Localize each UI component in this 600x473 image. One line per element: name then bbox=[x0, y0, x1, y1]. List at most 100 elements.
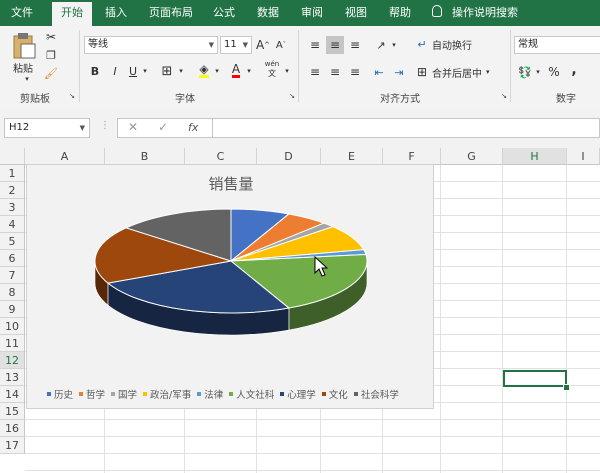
row-header[interactable]: 10 bbox=[0, 318, 25, 335]
format-painter-icon[interactable]: 🖌 bbox=[44, 66, 58, 80]
row-header[interactable]: 9 bbox=[0, 301, 25, 318]
increase-indent-icon[interactable]: ⇥ bbox=[390, 64, 408, 80]
dialog-launcher-icon[interactable]: ↘ bbox=[500, 92, 508, 100]
column-header-g[interactable]: G bbox=[441, 148, 503, 165]
row-header[interactable]: 5 bbox=[0, 233, 25, 250]
comma-style-button[interactable]: , bbox=[566, 62, 582, 78]
font-color-button[interactable]: A bbox=[228, 62, 244, 78]
tab-insert[interactable]: 插入 bbox=[96, 0, 136, 26]
number-format-select[interactable]: 常规 bbox=[514, 36, 600, 54]
column-header-e[interactable]: E bbox=[321, 148, 383, 165]
paste-button-label[interactable]: 粘贴 bbox=[8, 60, 38, 75]
font-size-select[interactable]: 11 ▼ bbox=[220, 36, 252, 54]
underline-dropdown-icon[interactable]: ▾ bbox=[140, 64, 150, 78]
legend-item[interactable]: 历史 bbox=[47, 387, 73, 401]
tab-view[interactable]: 视图 bbox=[336, 0, 376, 26]
row-header[interactable]: 1 bbox=[0, 165, 25, 182]
insert-function-button[interactable]: fx bbox=[188, 121, 198, 134]
legend-item[interactable]: 心理学 bbox=[280, 387, 316, 401]
cut-icon[interactable]: ✂ bbox=[44, 30, 58, 44]
align-center-icon[interactable]: ≡ bbox=[326, 64, 344, 80]
fill-color-icon[interactable]: ◈ bbox=[196, 62, 212, 78]
tab-formulas[interactable]: 公式 bbox=[204, 0, 244, 26]
row-header[interactable]: 11 bbox=[0, 335, 25, 352]
dialog-launcher-icon[interactable]: ↘ bbox=[68, 92, 76, 100]
worksheet-grid[interactable]: A B C D E F G H I 1 2 3 4 5 6 7 8 9 10 1… bbox=[0, 148, 600, 473]
column-header-b[interactable]: B bbox=[105, 148, 185, 165]
bold-button[interactable]: B bbox=[88, 64, 102, 78]
column-header-h[interactable]: H bbox=[503, 148, 567, 165]
merge-center-button[interactable]: 合并后居中 ▾ bbox=[432, 64, 502, 80]
enter-icon[interactable]: ✓ bbox=[158, 120, 168, 134]
paste-dropdown-icon[interactable]: ▾ bbox=[22, 74, 32, 84]
pie-plot-area[interactable] bbox=[27, 165, 435, 410]
tell-me-search[interactable]: 操作说明搜索 bbox=[452, 0, 522, 26]
tab-page-layout[interactable]: 页面布局 bbox=[142, 0, 200, 26]
cancel-icon[interactable]: ✕ bbox=[128, 120, 138, 134]
font-name-select[interactable]: 等线 ▼ bbox=[84, 36, 218, 54]
row-header[interactable]: 13 bbox=[0, 369, 25, 386]
row-header[interactable]: 7 bbox=[0, 267, 25, 284]
decrease-indent-icon[interactable]: ⇤ bbox=[370, 64, 388, 80]
legend-item[interactable]: 人文社科 bbox=[229, 387, 274, 401]
legend-item[interactable]: 文化 bbox=[321, 387, 348, 401]
tab-file[interactable]: 文件 bbox=[2, 0, 42, 26]
italic-button[interactable]: I bbox=[108, 64, 122, 78]
align-right-icon[interactable]: ≡ bbox=[346, 64, 364, 80]
row-header[interactable]: 8 bbox=[0, 284, 25, 301]
fill-dropdown-icon[interactable]: ▾ bbox=[212, 64, 222, 78]
phonetic-button[interactable]: wén 文 bbox=[262, 60, 282, 78]
tab-home[interactable]: 开始 bbox=[52, 2, 92, 26]
top-align-icon[interactable]: ≡ bbox=[306, 36, 324, 54]
legend-item[interactable]: 社会科学 bbox=[353, 387, 399, 401]
wrap-text-icon[interactable]: ↵ bbox=[414, 36, 430, 52]
shrink-font-button[interactable]: Aˇ bbox=[274, 38, 288, 52]
pie-chart[interactable]: 销售量 历史 哲学 国学 政治/军事 法律 人文社科 心理学 文化 社会科学 bbox=[26, 164, 434, 409]
wrap-text-button[interactable]: 自动换行 bbox=[432, 36, 482, 52]
bottom-align-icon[interactable]: ≡ bbox=[346, 36, 364, 54]
column-header-f[interactable]: F bbox=[383, 148, 441, 165]
row-header[interactable]: 3 bbox=[0, 199, 25, 216]
borders-icon[interactable]: ⊞ bbox=[160, 64, 174, 79]
orientation-icon[interactable]: ↗ bbox=[372, 36, 390, 54]
formula-input[interactable] bbox=[213, 118, 600, 138]
middle-align-icon[interactable]: ≡ bbox=[326, 36, 344, 54]
legend-item[interactable]: 政治/军事 bbox=[143, 387, 191, 401]
row-header[interactable]: 17 bbox=[0, 437, 25, 454]
copy-icon[interactable]: ❐ bbox=[44, 48, 58, 62]
legend-item[interactable]: 国学 bbox=[111, 387, 137, 401]
chart-legend[interactable]: 历史 哲学 国学 政治/军事 法律 人文社科 心理学 文化 社会科学 bbox=[47, 387, 427, 401]
row-header[interactable]: 4 bbox=[0, 216, 25, 233]
grow-font-button[interactable]: A ^ bbox=[256, 38, 270, 52]
column-header-c[interactable]: C bbox=[185, 148, 257, 165]
tab-review[interactable]: 审阅 bbox=[292, 0, 332, 26]
column-header-a[interactable]: A bbox=[25, 148, 105, 165]
row-header[interactable]: 16 bbox=[0, 420, 25, 437]
tab-data[interactable]: 数据 bbox=[248, 0, 288, 26]
name-box[interactable]: H12 ▼ bbox=[4, 118, 90, 138]
fill-handle[interactable] bbox=[563, 384, 570, 391]
currency-dropdown-icon[interactable]: ▾ bbox=[534, 64, 542, 80]
underline-button[interactable]: U bbox=[126, 64, 140, 78]
merge-center-icon[interactable]: ⊞ bbox=[414, 64, 430, 80]
percent-button[interactable]: % bbox=[546, 64, 562, 80]
column-header-d[interactable]: D bbox=[257, 148, 321, 165]
tab-help[interactable]: 帮助 bbox=[380, 0, 420, 26]
orientation-dropdown-icon[interactable]: ▾ bbox=[390, 38, 398, 52]
dialog-launcher-icon[interactable]: ↘ bbox=[288, 92, 296, 100]
column-header-i[interactable]: I bbox=[567, 148, 600, 165]
row-header-selected[interactable]: 12 bbox=[0, 352, 25, 369]
row-header[interactable]: 2 bbox=[0, 182, 25, 199]
currency-icon[interactable]: 💱 bbox=[516, 64, 534, 80]
align-left-icon[interactable]: ≡ bbox=[306, 64, 324, 80]
select-all-corner[interactable] bbox=[0, 148, 25, 165]
paste-icon[interactable] bbox=[12, 32, 36, 60]
legend-item[interactable]: 哲学 bbox=[79, 387, 105, 401]
legend-item[interactable]: 法律 bbox=[197, 387, 223, 401]
font-color-dropdown-icon[interactable]: ▾ bbox=[244, 64, 254, 78]
row-header[interactable]: 15 bbox=[0, 403, 25, 420]
row-header[interactable]: 14 bbox=[0, 386, 25, 403]
borders-dropdown-icon[interactable]: ▾ bbox=[176, 64, 186, 78]
phonetic-dropdown-icon[interactable]: ▾ bbox=[282, 64, 292, 78]
selected-cell-h12[interactable] bbox=[503, 370, 567, 387]
